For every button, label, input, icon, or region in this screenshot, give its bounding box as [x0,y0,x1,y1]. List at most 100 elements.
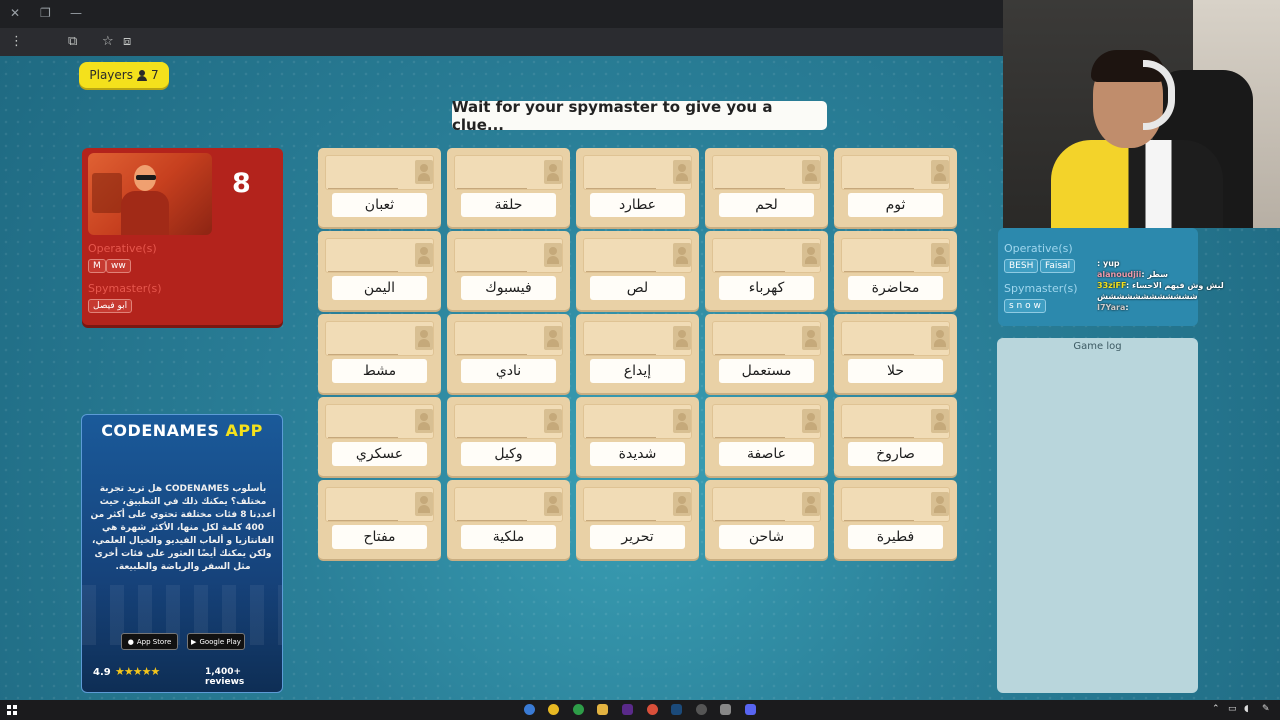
word-card[interactable]: وكيل [447,397,570,476]
card-word: نادي [461,359,556,383]
chrome-icon[interactable] [548,704,559,715]
word-card[interactable]: مستعمل [705,314,828,393]
card-line [715,271,785,272]
stream-chat-overlay: : yup alanoudjii: سطر 33ziFF: لبش وش فيه… [1097,258,1227,313]
word-card[interactable]: تحرير [576,480,699,559]
agent-silhouette-icon [931,326,949,350]
word-card[interactable]: حلا [834,314,957,393]
game-log-title: Game log [1073,341,1122,352]
word-card[interactable]: عطارد [576,148,699,227]
word-card[interactable]: ثعبان [318,148,441,227]
agent-silhouette-icon [802,409,820,433]
card-word: ملكية [461,525,556,549]
extensions-icon[interactable]: ⧉ [68,34,77,49]
word-card[interactable]: ثوم [834,148,957,227]
game-log-panel: Game log [997,338,1198,693]
app-green-icon[interactable] [573,704,584,715]
obs-icon[interactable] [696,704,707,715]
word-card[interactable]: نادي [447,314,570,393]
card-word: محاضرة [848,276,943,300]
file-explorer-icon[interactable] [597,704,608,715]
word-card[interactable]: إيداع [576,314,699,393]
blue-spymaster-chip[interactable]: s n o w [1004,299,1046,313]
card-word: كهرباء [719,276,814,300]
windows-start-icon[interactable] [7,705,17,715]
word-card[interactable]: عسكري [318,397,441,476]
chrome-alt-icon[interactable] [647,704,658,715]
card-line [328,437,398,438]
card-line [844,188,914,189]
card-line [844,271,914,272]
minimize-icon[interactable]: — [70,6,82,20]
agent-silhouette-icon [673,243,691,267]
word-card[interactable]: شديدة [576,397,699,476]
restore-icon[interactable]: ❐ [40,6,51,20]
card-word: إيداع [590,359,685,383]
edge-icon[interactable] [524,704,535,715]
red-spymaster-chip[interactable]: ابو فيصل [88,299,133,313]
apple-icon: ● [127,637,134,646]
google-play-button[interactable]: ▶ Google Play [187,633,245,650]
word-card[interactable]: فطيرة [834,480,957,559]
blue-operatives-label: Operative(s) [1004,242,1073,255]
card-line [715,354,785,355]
word-card[interactable]: شاحن [705,480,828,559]
card-line [328,520,398,521]
players-button[interactable]: Players 7 [79,62,169,88]
tray-chevron-icon[interactable]: ⌃ [1212,704,1220,714]
red-operative-chip[interactable]: M [88,259,106,273]
card-line [844,520,914,521]
word-card[interactable]: كهرباء [705,231,828,310]
word-card[interactable]: صاروخ [834,397,957,476]
red-operative-chip[interactable]: ww [106,259,131,273]
agent-silhouette-icon [544,243,562,267]
app-window-icon[interactable] [720,704,731,715]
ad-reviews: 1,400+ reviews [205,667,245,687]
card-line [457,437,527,438]
chat-message: 33ziFF: لبش وش فيهم الاحساء [1097,281,1224,290]
translate-icon[interactable]: ⧈ [123,34,131,49]
players-count: 7 [150,68,159,82]
discord-icon[interactable] [745,704,756,715]
card-word: ثعبان [332,193,427,217]
agent-silhouette-icon [802,160,820,184]
word-card[interactable]: مشط [318,314,441,393]
word-card[interactable]: محاضرة [834,231,957,310]
card-line [715,437,785,438]
agent-silhouette-icon [931,243,949,267]
volume-icon[interactable]: ◖ [1244,704,1249,714]
word-card[interactable]: ملكية [447,480,570,559]
menu-dots-icon[interactable]: ⋮ [10,34,23,49]
after-effects-icon[interactable] [622,704,633,715]
agent-silhouette-icon [802,243,820,267]
card-line [586,437,656,438]
bookmark-star-icon[interactable]: ☆ [102,34,114,49]
network-icon[interactable]: ▭ [1228,704,1237,714]
card-word: مستعمل [719,359,814,383]
word-card[interactable]: عاصفة [705,397,828,476]
blue-operative-chip[interactable]: BESH [1004,259,1039,273]
ad-stars: ★★★★★ [115,665,160,678]
card-line [586,188,656,189]
word-card[interactable]: اليمن [318,231,441,310]
word-card[interactable]: فيسبوك [447,231,570,310]
word-card[interactable]: لص [576,231,699,310]
card-word: شديدة [590,442,685,466]
steam-icon[interactable] [671,704,682,715]
agent-silhouette-icon [415,492,433,516]
chat-message: I7Yara: [1097,303,1129,312]
blue-operative-chip[interactable]: Faisal [1040,259,1076,273]
codenames-app-ad[interactable]: CODENAMES APP بأسلوب CODENAMES هل تريد ت… [81,414,283,693]
play-icon: ▶ [191,637,197,646]
close-icon[interactable]: ✕ [10,6,20,20]
agent-silhouette-icon [673,409,691,433]
word-card[interactable]: لحم [705,148,828,227]
portrait-glasses [136,175,156,180]
ad-title-accent: APP [225,421,263,440]
agent-silhouette-icon [802,326,820,350]
app-store-button[interactable]: ● App Store [121,633,178,650]
word-card[interactable]: مفتاح [318,480,441,559]
ad-rating: 4.9 [93,667,111,678]
pen-icon[interactable]: ✎ [1262,704,1270,714]
word-card[interactable]: حلقة [447,148,570,227]
